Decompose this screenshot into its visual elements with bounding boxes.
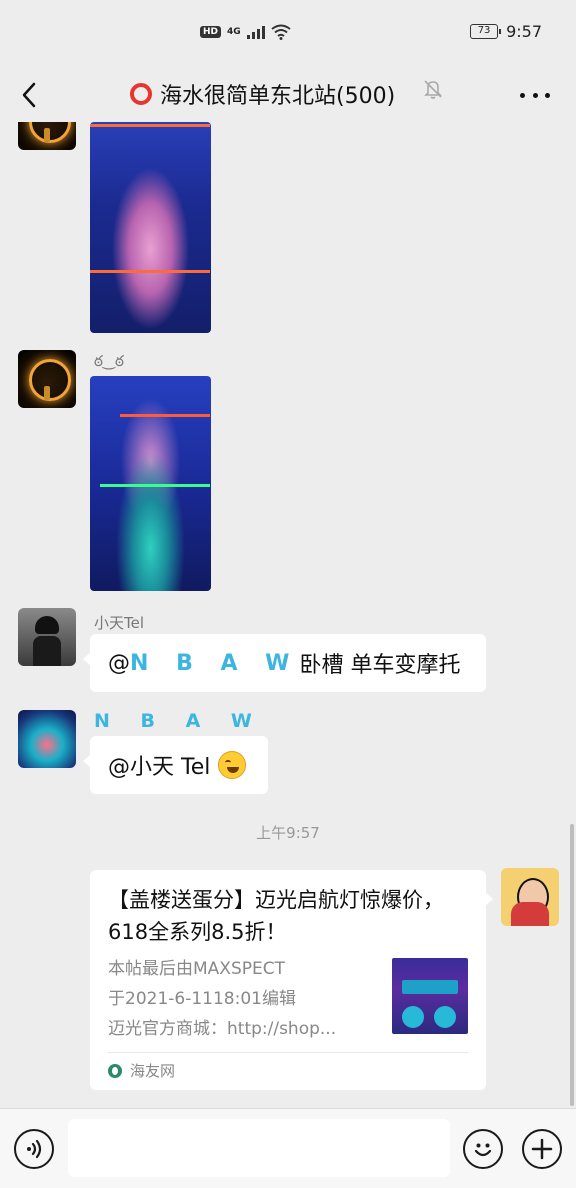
red-circle-icon (130, 83, 152, 105)
status-bar: HD 4G 73 9:57 (0, 0, 576, 66)
message-text: 卧槽 单车变摩托 (299, 653, 461, 678)
sender-name: 小天Tel (94, 614, 145, 632)
divider (108, 1052, 468, 1053)
mention-at: @ (108, 650, 130, 676)
laughing-tears-emoji-icon (218, 751, 247, 779)
voice-button[interactable] (14, 1129, 54, 1169)
timestamp: 上午9:57 (256, 824, 320, 842)
message-input[interactable] (68, 1119, 450, 1177)
hd-icon: HD (200, 26, 222, 38)
plus-icon (531, 1138, 553, 1160)
more-icon (520, 92, 525, 98)
shared-link-card[interactable]: 【盖楼送蛋分】迈光启航灯惊爆价，618全系列8.5折！ 本帖最后由MAXSPEC… (90, 870, 493, 1090)
avatar[interactable] (18, 122, 76, 150)
avatar[interactable] (18, 608, 76, 666)
message-text: @小天 Tel (108, 755, 211, 780)
source-logo-icon (108, 1063, 122, 1078)
message-bubble[interactable]: @ N B A W 卧槽 单车变摩托 (83, 634, 486, 692)
image-message[interactable] (90, 376, 211, 591)
image-message[interactable] (90, 122, 211, 333)
emoji-button[interactable] (463, 1129, 503, 1169)
card-thumbnail (392, 958, 468, 1034)
card-desc-line: 迈光官方商城：http://shop... (108, 1019, 337, 1039)
avatar[interactable] (18, 350, 76, 408)
mute-bell-icon (422, 78, 444, 100)
chat-title: 海水很简单东北站(500) (130, 76, 395, 112)
back-button[interactable] (14, 74, 50, 114)
scrollbar[interactable] (570, 824, 574, 1106)
avatar[interactable] (18, 710, 76, 768)
voice-icon (27, 1139, 42, 1159)
emoji-icon (474, 1143, 492, 1157)
card-desc-line: 于2021-6-1118:01编辑 (108, 989, 296, 1009)
more-functions-button[interactable] (522, 1129, 562, 1169)
battery-time: 73 9:57 (470, 22, 542, 41)
group-name: 海水很简单东北站(500) (160, 84, 396, 109)
chat-header: 海水很简单东北站(500) (0, 66, 576, 122)
input-bar (0, 1108, 576, 1188)
battery-icon: 73 (470, 24, 502, 39)
clock: 9:57 (506, 22, 542, 41)
avatar[interactable] (501, 868, 559, 926)
card-desc-line: 本帖最后由MAXSPECT (108, 959, 285, 979)
back-arrow-icon (22, 82, 36, 108)
network-status: HD 4G (200, 24, 291, 40)
sender-name: ఠ‿ఠ (94, 352, 124, 370)
more-button[interactable] (520, 80, 550, 110)
card-title: 【盖楼送蛋分】迈光启航灯惊爆价，618全系列8.5折！ (108, 888, 444, 944)
message-bubble[interactable]: @小天 Tel (83, 736, 268, 794)
signal-icon (246, 25, 265, 39)
message-list[interactable]: ఠ‿ఠ 小天Tel @ N B A W 卧槽 单车变摩托 N B A W @小天 … (0, 122, 576, 1108)
card-source-name: 海友网 (130, 1062, 176, 1080)
card-source: 海友网 (108, 1060, 175, 1081)
mention-name: N B A W (130, 650, 300, 676)
wifi-icon (271, 24, 291, 40)
network-type: 4G (227, 27, 241, 37)
sender-name: N B A W (94, 710, 264, 732)
card-description: 本帖最后由MAXSPECT 于2021-6-1118:01编辑 迈光官方商城：h… (108, 954, 378, 1044)
